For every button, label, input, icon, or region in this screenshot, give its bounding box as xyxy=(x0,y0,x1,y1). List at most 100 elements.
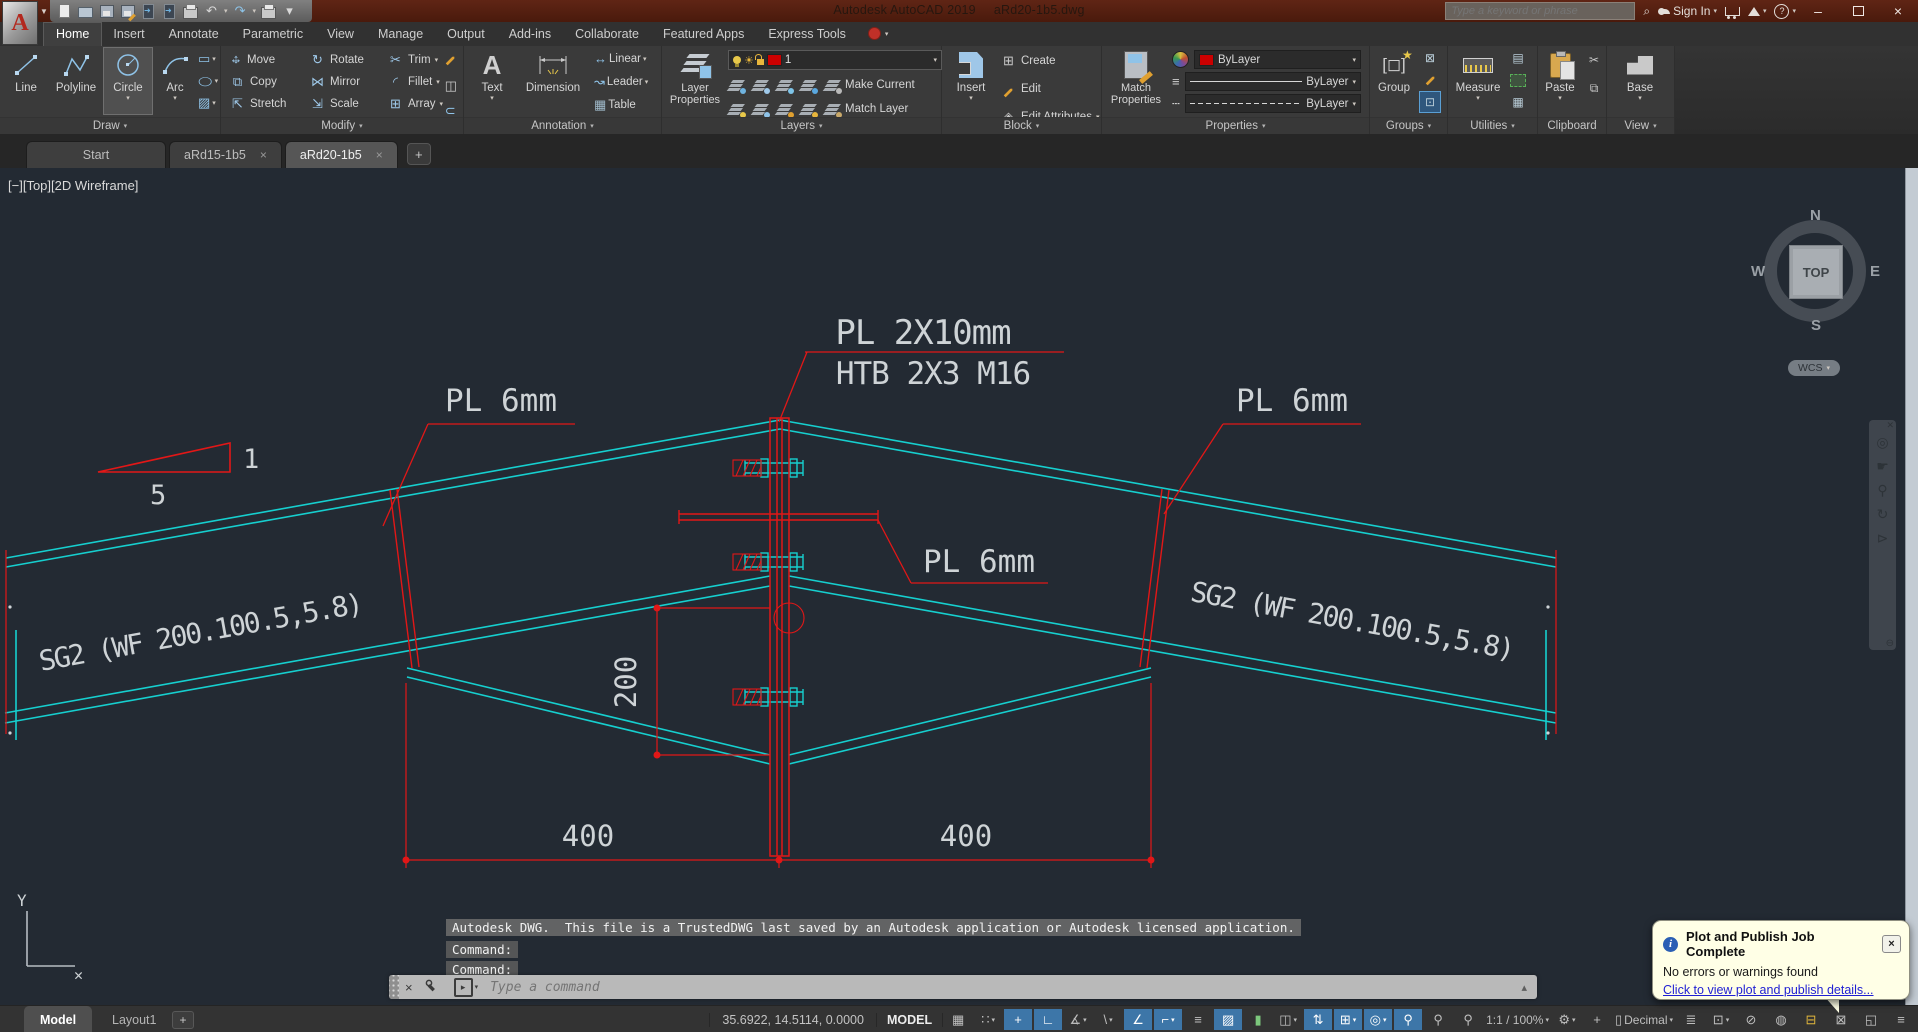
autodesk-apps-icon[interactable]: ▾ xyxy=(1747,6,1766,16)
arc-button[interactable]: Arc ▾ xyxy=(154,48,196,114)
ribbon-tab-view[interactable]: View xyxy=(315,23,366,46)
copy-button[interactable]: ⧉ Copy xyxy=(229,71,309,93)
measure-dropdown-icon[interactable]: ▾ xyxy=(1476,94,1480,102)
ribbon-tab-parametric[interactable]: Parametric xyxy=(231,23,315,46)
close-tab-icon[interactable]: × xyxy=(376,148,383,162)
color-dropdown[interactable]: ByLayer ▾ xyxy=(1194,50,1361,69)
hatch-tool-button[interactable]: ▨ ▾ xyxy=(198,94,218,111)
clean-screen-icon[interactable]: ◱ xyxy=(1857,1009,1885,1030)
explode-button[interactable]: ◫ xyxy=(445,77,457,94)
sign-in-button[interactable]: Sign In ▾ xyxy=(1658,4,1717,18)
search-icon[interactable]: ⌕ xyxy=(1643,4,1650,19)
model-tab[interactable]: Model xyxy=(24,1006,93,1032)
file-tab-ard15[interactable]: aRd15-1b5 × xyxy=(169,141,282,168)
rotate-button[interactable]: ↻ Rotate xyxy=(309,49,387,71)
layer-dropdown-arrow-icon[interactable]: ▾ xyxy=(933,56,937,64)
command-expand-icon[interactable]: ▴ xyxy=(1521,981,1527,994)
command-close-icon[interactable]: × xyxy=(405,980,413,995)
units-button[interactable]: ▯ Decimal ▾ xyxy=(1613,1009,1675,1030)
viewcube-east[interactable]: E xyxy=(1870,263,1880,280)
edit-block-button[interactable]: Edit xyxy=(1000,78,1099,100)
panel-label-block[interactable]: Block ▾ xyxy=(942,117,1101,134)
customize-icon[interactable]: ≡ xyxy=(1887,1009,1915,1030)
fillet-button[interactable]: ◜ Fillet ▾ xyxy=(387,71,447,93)
ribbon-tab-home[interactable]: Home xyxy=(42,22,103,47)
close-button[interactable]: × xyxy=(1878,0,1918,22)
lineweight-icon[interactable]: ≡ xyxy=(1172,74,1180,89)
annotation-sync-icon[interactable]: ⚲ xyxy=(1454,1009,1482,1030)
ortho-mode-icon[interactable]: ∟ xyxy=(1034,1009,1063,1030)
paste-button[interactable]: Paste ▾ xyxy=(1540,48,1580,114)
viewcube-north[interactable]: N xyxy=(1810,207,1821,224)
transparency-icon[interactable]: ▨ xyxy=(1214,1009,1243,1030)
create-block-button[interactable]: ⊞ Create xyxy=(1000,50,1099,72)
ribbon-tab-express-tools[interactable]: Express Tools xyxy=(756,23,858,46)
viewcube-south[interactable]: S xyxy=(1811,317,1821,334)
panel-label-clipboard[interactable]: Clipboard xyxy=(1538,117,1606,134)
layer-unisolate-icon[interactable] xyxy=(727,103,746,118)
panel-label-annotation[interactable]: Annotation ▾ xyxy=(464,117,661,134)
ribbon-tab-addins[interactable]: Add-ins xyxy=(497,23,563,46)
pan-icon[interactable]: ☛ xyxy=(1876,458,1889,475)
wcs-menu-button[interactable]: WCS ▾ xyxy=(1788,360,1840,376)
ribbon-tab-featured-apps[interactable]: Featured Apps xyxy=(651,23,756,46)
command-line[interactable]: × ▸ ▾ ▴ xyxy=(389,975,1537,999)
mirror-button[interactable]: ⋈ Mirror xyxy=(309,71,387,93)
layer-properties-button[interactable]: Layer Properties xyxy=(666,48,724,114)
quick-properties-icon[interactable]: ≣ xyxy=(1677,1009,1705,1030)
selection-filtering-icon[interactable]: ⊞ ▾ xyxy=(1334,1009,1363,1030)
circle-button[interactable]: Circle ▾ xyxy=(103,47,153,115)
file-tab-start[interactable]: Start xyxy=(26,141,166,168)
viewcube-west[interactable]: W xyxy=(1751,263,1765,280)
selection-cycling-icon[interactable]: ▮ xyxy=(1244,1009,1272,1030)
layer-isolate-icon[interactable] xyxy=(751,79,770,94)
isometric-drafting-icon[interactable]: \ ▾ xyxy=(1094,1009,1122,1030)
navbar-customize-icon[interactable]: ⊖ xyxy=(1886,638,1894,649)
minimize-button[interactable]: – xyxy=(1798,0,1838,22)
zoom-icon[interactable]: ⚲ xyxy=(1877,482,1887,499)
polyline-button[interactable]: Polyline xyxy=(50,48,102,114)
group-button[interactable]: [◻] ★ Group xyxy=(1372,48,1416,114)
application-menu-arrow-icon[interactable]: ▼ xyxy=(40,7,48,16)
viewport-view-control[interactable]: [Top] xyxy=(23,178,51,193)
ribbon-display-toggle-icon[interactable]: ▾ xyxy=(885,30,889,38)
plot-icon[interactable]: ⊟ xyxy=(1797,1009,1825,1030)
ribbon-tab-manage[interactable]: Manage xyxy=(366,23,435,46)
layer-lock-icon[interactable] xyxy=(799,79,818,94)
annotation-visibility-icon[interactable]: ⚲ xyxy=(1394,1009,1423,1030)
navigation-bar[interactable]: ✕ ◎ ☛ ⚲ ↻ ⊳ ⊖ xyxy=(1869,420,1896,650)
group-selection-toggle[interactable]: ⊡ xyxy=(1419,91,1441,113)
object-isolate-icon[interactable]: ⊘ xyxy=(1737,1009,1765,1030)
linetype-icon[interactable]: ┄ xyxy=(1172,96,1180,112)
insert-button[interactable]: Insert ▾ xyxy=(948,48,994,114)
table-button[interactable]: ▦ Table xyxy=(594,96,648,113)
app-store-icon[interactable] xyxy=(1724,6,1740,19)
annotation-settings-icon[interactable]: ⚙ ▾ xyxy=(1553,1009,1581,1030)
measure-button[interactable]: Measure ▾ xyxy=(1452,48,1504,114)
quick-select-button[interactable]: ▤ xyxy=(1508,48,1528,68)
move-button[interactable]: ↔ ↕ Move xyxy=(229,49,309,71)
linear-dimension-button[interactable]: ↔ Linear ▾ xyxy=(594,50,648,67)
trim-button[interactable]: ✂ Trim ▾ xyxy=(387,49,447,71)
text-button[interactable]: A Text ▾ xyxy=(470,48,514,114)
ribbon-tab-annotate[interactable]: Annotate xyxy=(157,23,231,46)
help-icon[interactable]: ? ▾ xyxy=(1774,3,1796,19)
showmotion-icon[interactable]: ⊳ xyxy=(1877,530,1889,547)
panel-label-layers[interactable]: Layers ▾ xyxy=(662,117,941,134)
dynamic-ucs-icon[interactable]: ⇅ xyxy=(1304,1009,1333,1030)
navigation-wheel-icon[interactable]: ◎ xyxy=(1876,434,1888,451)
object-snap-tracking-icon[interactable]: ∠ xyxy=(1124,1009,1153,1030)
dimension-button[interactable]: Dimension xyxy=(516,48,590,114)
layer-walk-icon[interactable] xyxy=(751,103,770,118)
panel-label-modify[interactable]: Modify ▾ xyxy=(221,117,463,134)
group-edit-button[interactable] xyxy=(1420,70,1440,90)
panel-label-view[interactable]: View ▾ xyxy=(1607,117,1674,134)
layer-dropdown[interactable]: ☀ 1 ▾ xyxy=(728,50,942,70)
stretch-button[interactable]: ⇱ Stretch xyxy=(229,93,309,115)
insert-dropdown-icon[interactable]: ▾ xyxy=(969,94,973,102)
scale-button[interactable]: ⇲ Scale xyxy=(309,93,387,115)
array-button[interactable]: ⊞ Array ▾ xyxy=(387,93,447,115)
close-tab-icon[interactable]: × xyxy=(260,148,267,162)
paste-dropdown-icon[interactable]: ▾ xyxy=(1558,94,1562,102)
viewport-minimize-control[interactable]: [−] xyxy=(8,178,23,193)
